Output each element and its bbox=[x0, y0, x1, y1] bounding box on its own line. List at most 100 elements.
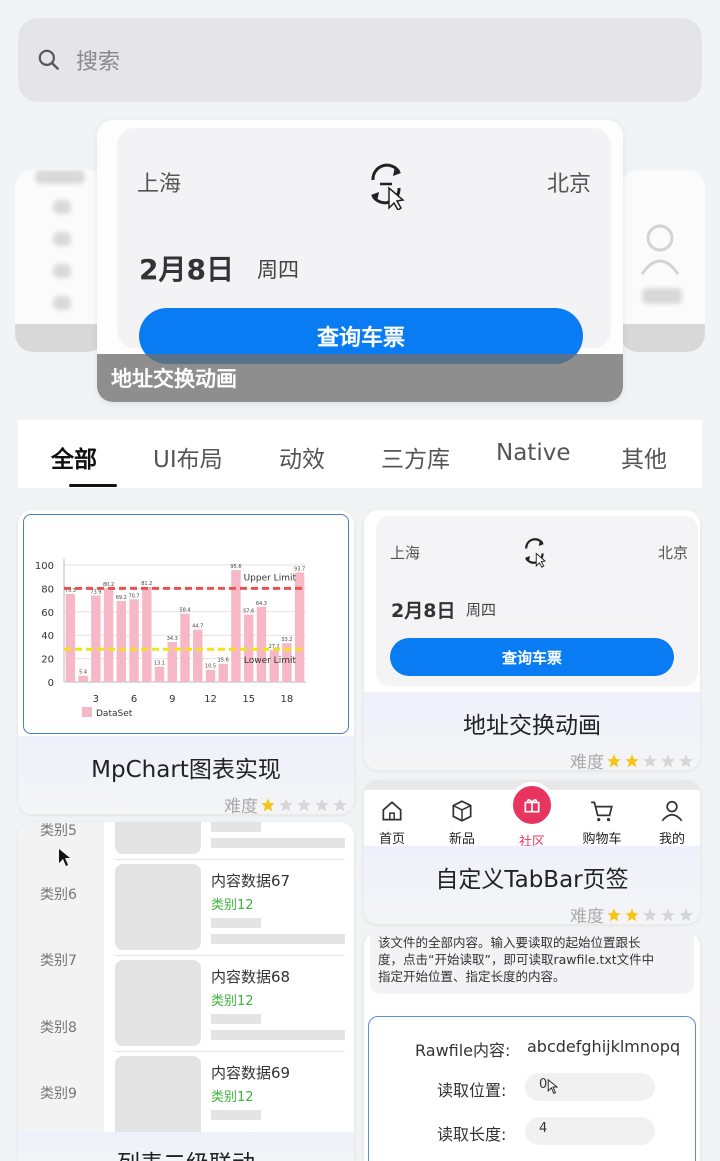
category-item: 类别5 bbox=[40, 823, 77, 839]
star-empty-icon bbox=[679, 753, 693, 767]
length-input-value: 4 bbox=[539, 1121, 548, 1136]
bar-value-label: 10.5 bbox=[205, 664, 216, 670]
card-title: MpChart图表实现 bbox=[91, 757, 281, 783]
chart-bar bbox=[78, 675, 88, 682]
swap-icon bbox=[525, 538, 547, 568]
tab-other[interactable]: 其他 bbox=[621, 440, 667, 474]
nav-label: 新品 bbox=[448, 832, 475, 847]
star-filled-icon bbox=[625, 753, 639, 767]
card-rawfile[interactable]: 该文件的全部内容。输入要读取的起始位置跟长 度，点击“开始读取”，即可读取raw… bbox=[364, 932, 700, 1161]
chart-bar bbox=[91, 595, 101, 682]
star-empty-icon bbox=[661, 907, 675, 921]
y-tick-label: 80 bbox=[41, 584, 54, 595]
blurred-content bbox=[53, 232, 71, 246]
from-city[interactable]: 上海 bbox=[137, 166, 181, 198]
position-label: 读取位置: bbox=[437, 1081, 507, 1100]
travel-date[interactable]: 2月8日 bbox=[139, 248, 234, 288]
chart-bar bbox=[256, 606, 267, 682]
cursor-icon bbox=[59, 849, 70, 866]
star-filled-icon bbox=[607, 753, 621, 767]
chart-bar bbox=[116, 601, 127, 682]
star-empty-icon bbox=[279, 797, 293, 811]
tab-animation[interactable]: 动效 bbox=[279, 440, 325, 474]
bar-value-label: 15.6 bbox=[218, 658, 229, 664]
divider bbox=[115, 859, 345, 860]
nav-label: 我的 bbox=[658, 832, 685, 847]
chart-bar bbox=[193, 629, 203, 682]
y-tick-label: 0 bbox=[48, 678, 54, 689]
bar-value-label: 69.2 bbox=[116, 595, 127, 601]
star-empty-icon bbox=[679, 907, 693, 921]
cart-icon bbox=[591, 801, 613, 822]
placeholder-bar bbox=[211, 1110, 261, 1120]
x-tick-label: 15 bbox=[242, 694, 255, 705]
rating-label: 难度 bbox=[224, 797, 258, 814]
list-item-category: 类别12 bbox=[211, 1090, 254, 1105]
star-filled-icon bbox=[625, 907, 639, 921]
bar-value-label: 73.9 bbox=[90, 590, 101, 596]
swap-icon[interactable] bbox=[363, 158, 411, 210]
category-item: 类别8 bbox=[40, 1020, 77, 1036]
box-icon bbox=[452, 800, 472, 822]
chart-bar bbox=[154, 666, 165, 682]
to-city: 北京 bbox=[657, 544, 688, 562]
card-list-linkage[interactable]: 类别5 类别6 类别7 类别8 类别9 内容数据67 类别12 内容数据68 类… bbox=[18, 822, 354, 1161]
tab-native[interactable]: Native bbox=[496, 440, 570, 466]
length-input[interactable]: 4 bbox=[525, 1117, 655, 1145]
difficulty-rating: 难度 bbox=[224, 792, 348, 814]
chart-bar bbox=[103, 588, 114, 682]
tab-ui-layout[interactable]: UI布局 bbox=[153, 440, 223, 474]
gift-icon bbox=[524, 799, 540, 813]
x-tick-label: 18 bbox=[281, 694, 294, 705]
y-tick-label: 20 bbox=[41, 655, 54, 666]
tab-all[interactable]: 全部 bbox=[51, 440, 97, 474]
rawfile-form: Rawfile内容: abcdefghijklmnopq 读取位置: 0 读取长… bbox=[368, 1016, 696, 1161]
list-item-thumbnail bbox=[115, 864, 201, 950]
search-bar[interactable]: 搜索 bbox=[18, 18, 702, 102]
legend-label: DataSet bbox=[96, 709, 133, 719]
list-item-thumbnail bbox=[115, 822, 201, 854]
tab-third-party[interactable]: 三方库 bbox=[381, 440, 450, 474]
list-item-thumbnail bbox=[115, 960, 201, 1046]
card-address-swap[interactable]: 上海 北京 2月8日 周四 查询车票 地址交换动画 难度 bbox=[364, 510, 700, 770]
list-item-title: 内容数据67 bbox=[211, 872, 291, 890]
search-icon bbox=[38, 49, 59, 70]
carousel-card-next[interactable] bbox=[620, 170, 705, 352]
carousel-card-prev[interactable] bbox=[15, 170, 105, 352]
bar-value-label: 5.4 bbox=[79, 670, 87, 676]
cursor-icon bbox=[547, 1079, 559, 1095]
active-tab-indicator bbox=[69, 484, 117, 487]
card-title: 自定义TabBar页签 bbox=[435, 867, 629, 893]
list-item-title: 内容数据68 bbox=[211, 968, 291, 986]
nav-label: 首页 bbox=[378, 832, 405, 847]
blurred-content bbox=[53, 264, 71, 278]
placeholder-bar bbox=[211, 838, 345, 848]
chart-bar bbox=[218, 663, 228, 682]
to-city[interactable]: 北京 bbox=[547, 166, 591, 198]
bar-value-label: 81.2 bbox=[141, 581, 152, 587]
bar-value-label: 34.3 bbox=[167, 636, 178, 642]
placeholder-bar bbox=[211, 1030, 345, 1040]
star-empty-icon bbox=[297, 797, 311, 811]
blurred-content bbox=[53, 200, 71, 214]
card-mpchart[interactable]: 0 20 40 60 80 100 75.3 5.4 73.9 80.2 69.2 70.7 81.2 1… bbox=[18, 510, 354, 814]
y-tick-label: 100 bbox=[35, 561, 54, 572]
chart-bar bbox=[65, 593, 76, 682]
limit-line-label: Lower Limit bbox=[244, 656, 297, 666]
bar-chart: 02040608010075.35.473.980.269.2 70.781.21… bbox=[35, 559, 306, 719]
travel-date: 2月8日 bbox=[391, 600, 456, 622]
card-custom-tabbar[interactable]: 首页 新品 社区 购物车 我的 自定义TabBar页签 难度 bbox=[364, 780, 700, 924]
y-tick-label: 40 bbox=[41, 631, 54, 642]
placeholder-bar bbox=[211, 822, 261, 832]
position-input[interactable]: 0 bbox=[525, 1073, 655, 1101]
divider bbox=[115, 1051, 345, 1052]
avatar-icon bbox=[640, 224, 680, 275]
bar-value-label: 64.3 bbox=[256, 601, 267, 607]
star-empty-icon bbox=[333, 797, 347, 811]
category-item: 类别9 bbox=[40, 1086, 77, 1102]
bar-value-label: 33.2 bbox=[281, 637, 292, 643]
card-title: 地址交换动画 bbox=[463, 713, 601, 739]
banner-caption: 地址交换动画 bbox=[97, 354, 623, 402]
category-item: 类别6 bbox=[40, 887, 77, 903]
banner-card[interactable]: 上海 北京 2月8日 周四 查询车票 地址交换动画 bbox=[97, 120, 623, 402]
